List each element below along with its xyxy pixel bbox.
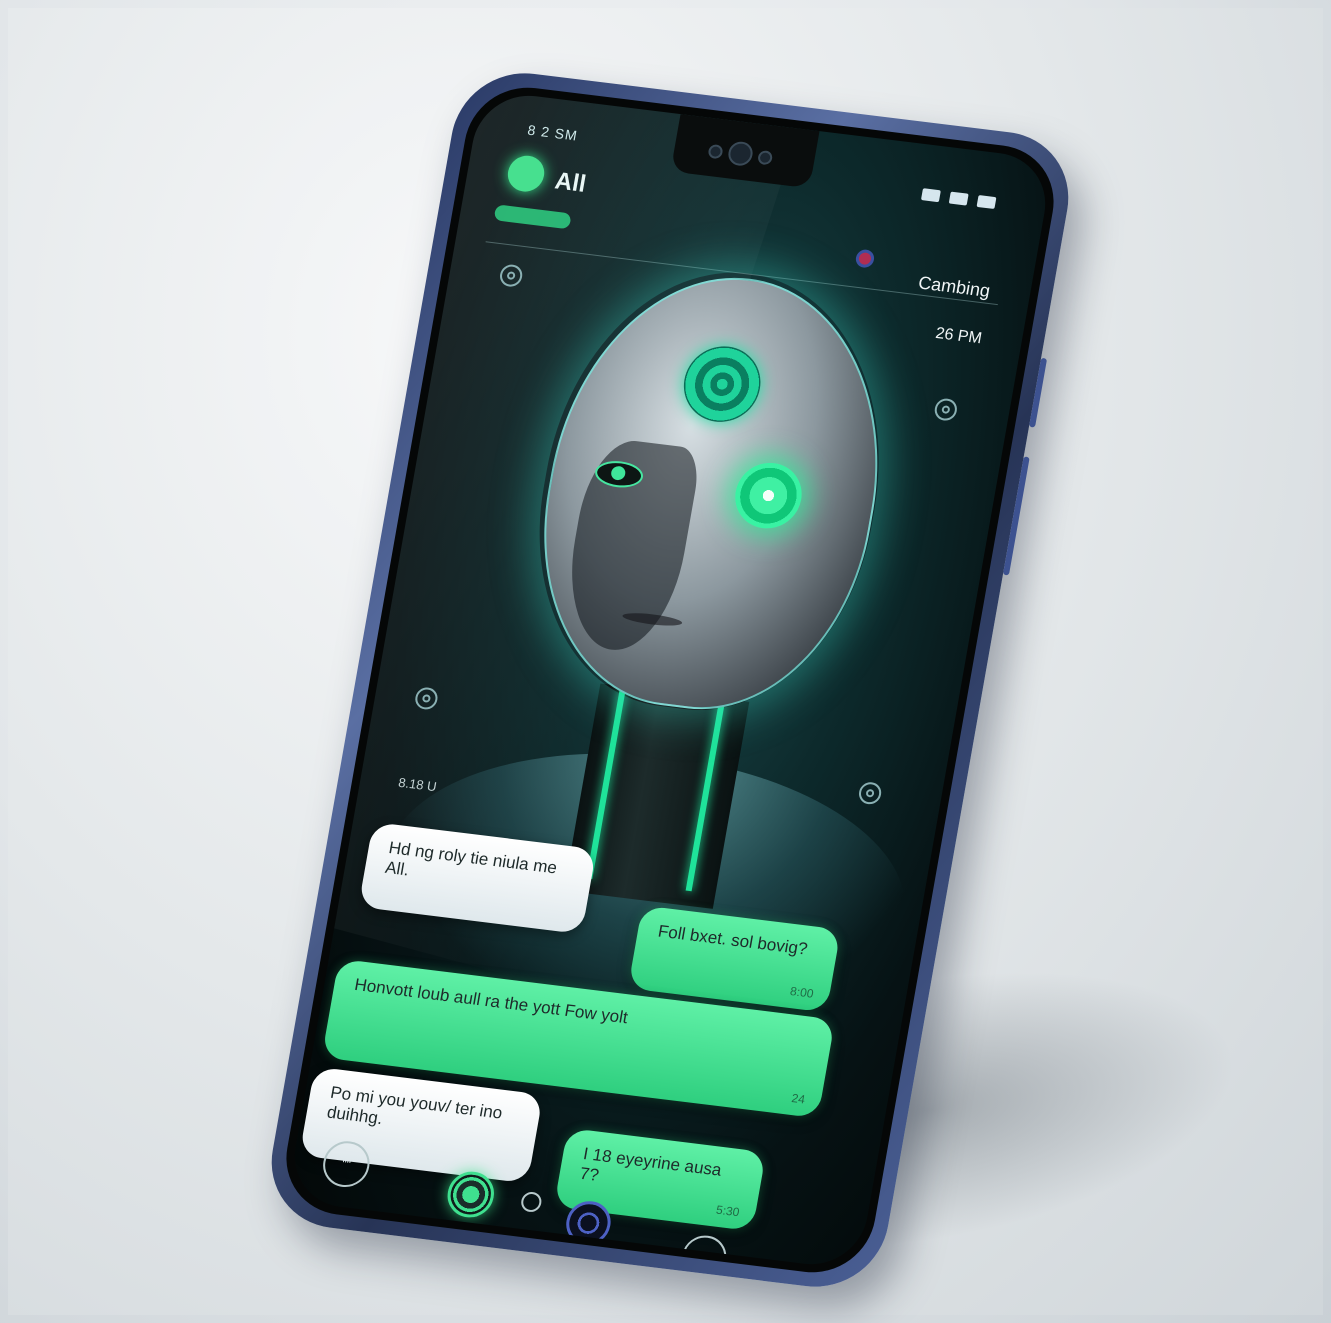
message-text: Hd ng roly tie niula me All. <box>383 838 559 880</box>
message-meta: 5:30 <box>715 1202 741 1219</box>
link-button[interactable] <box>678 1233 730 1271</box>
message-text: Po mi you youv/ ter ino duihhg. <box>325 1082 504 1129</box>
front-camera-icon <box>726 140 755 167</box>
sensor-icon <box>707 143 724 160</box>
menu-button-label: "" <box>340 1156 352 1172</box>
location-icon[interactable] <box>519 1190 543 1214</box>
sensor-icon <box>756 149 774 166</box>
header-time: 26 PM <box>934 324 984 348</box>
signal-icon <box>920 188 941 203</box>
notification-dot-icon <box>854 248 876 269</box>
message-meta: 8:00 <box>789 983 815 1001</box>
battery-icon <box>976 194 997 210</box>
message-text: I 18 eyeyrine ausa 7? <box>578 1144 724 1186</box>
target-icon <box>857 781 883 806</box>
header-status: Cambing <box>916 272 992 301</box>
message-text: Foll bxet. sol bovig? <box>656 921 809 959</box>
message-meta: 24 <box>790 1090 807 1107</box>
target-icon <box>933 397 959 422</box>
wifi-icon <box>948 191 969 206</box>
app-name: All <box>552 167 589 198</box>
status-bar-right <box>920 188 997 210</box>
